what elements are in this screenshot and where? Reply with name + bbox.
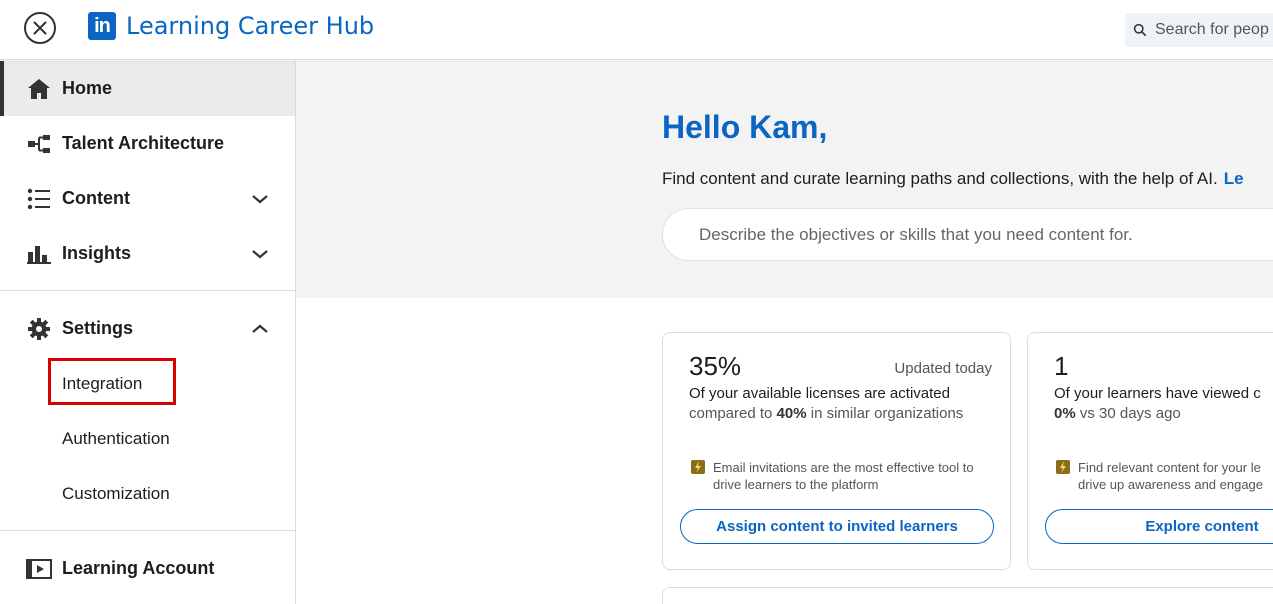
close-button[interactable] xyxy=(24,12,56,44)
metric-value: 35% xyxy=(689,351,742,381)
intro-text: Find content and curate learning paths a… xyxy=(662,169,1244,189)
lightning-icon xyxy=(691,460,705,474)
list-icon xyxy=(26,187,52,211)
sidebar-item-content[interactable]: Content xyxy=(0,171,295,226)
search-icon xyxy=(1133,23,1147,37)
sidebar-item-label: Content xyxy=(62,188,130,208)
comparison-suffix: in similar organizations xyxy=(806,405,964,422)
comparison-prefix: compared to xyxy=(689,405,777,422)
hierarchy-icon xyxy=(26,132,52,156)
search-input[interactable] xyxy=(1155,21,1273,39)
sidebar-item-label: Settings xyxy=(62,318,134,338)
sidebar-item-label: Insights xyxy=(62,243,132,263)
sidebar-item-insights[interactable]: Insights xyxy=(0,226,295,281)
sidebar-item-home[interactable]: Home xyxy=(0,61,295,116)
sidebar-item-label: Talent Architecture xyxy=(62,133,225,153)
learn-more-link[interactable]: Le xyxy=(1224,169,1244,188)
tip: Find relevant content for your le drive u… xyxy=(1056,459,1273,493)
home-icon xyxy=(26,77,52,101)
sidebar-item-learning-account[interactable]: Learning Account xyxy=(0,541,295,596)
metric-description: Of your available licenses are activated xyxy=(689,385,950,402)
chevron-down-icon[interactable] xyxy=(251,193,269,205)
sidebar: Home Talent Architecture Content Insight… xyxy=(0,61,296,604)
ai-prompt-field[interactable] xyxy=(662,208,1273,261)
hero-section: Hello Kam, Find content and curate learn… xyxy=(296,61,1273,298)
tip: Email invitations are the most effective… xyxy=(691,459,1001,493)
metric-value: 1 xyxy=(1054,351,1069,381)
tip-text: Email invitations are the most effective… xyxy=(713,460,974,492)
video-player-icon xyxy=(26,557,52,581)
tip-text: Find relevant content for your le drive u… xyxy=(1078,459,1263,493)
lightning-icon xyxy=(1056,460,1070,474)
sidebar-divider xyxy=(0,290,295,291)
sidebar-subitem-authentication[interactable]: Authentication xyxy=(0,411,295,466)
comparison-value: 40% xyxy=(776,405,807,422)
main-content: Hello Kam, Find content and curate learn… xyxy=(296,61,1273,604)
sidebar-divider xyxy=(0,530,295,531)
explore-content-button[interactable]: Explore content xyxy=(1045,509,1273,544)
intro-description: Find content and curate learning paths a… xyxy=(662,169,1218,188)
metric-comparison: 0% vs 30 days ago xyxy=(1054,405,1181,422)
sidebar-subitem-integration[interactable]: Integration xyxy=(0,356,295,411)
greeting-heading: Hello Kam, xyxy=(662,109,828,145)
comparison-value: 0% xyxy=(1054,405,1076,422)
sidebar-item-label: Home xyxy=(62,78,113,98)
metric-comparison: compared to 40% in similar organizations xyxy=(689,405,963,422)
license-activation-card: 35% Updated today Of your available lice… xyxy=(662,332,1011,570)
metric-description: Of your learners have viewed c xyxy=(1054,385,1261,402)
sidebar-item-talent-architecture[interactable]: Talent Architecture xyxy=(0,116,295,171)
linkedin-logo-icon: in xyxy=(88,12,116,40)
bar-chart-icon xyxy=(26,242,52,266)
tip-line-2: drive up awareness and engage xyxy=(1078,477,1264,492)
app-title: Learning Career Hub xyxy=(126,12,375,40)
top-bar: in Learning Career Hub xyxy=(0,0,1273,60)
gear-icon xyxy=(26,317,52,341)
learner-views-card: 1 Of your learners have viewed c 0% vs 3… xyxy=(1027,332,1273,570)
comparison-suffix: vs 30 days ago xyxy=(1075,405,1181,422)
chevron-up-icon[interactable] xyxy=(251,323,269,335)
sidebar-subitem-customization[interactable]: Customization xyxy=(0,466,295,521)
brand[interactable]: in Learning Career Hub xyxy=(88,12,374,40)
updated-label: Updated today xyxy=(894,360,992,377)
tip-line-1: Find relevant content for your le xyxy=(1078,460,1261,475)
close-icon xyxy=(33,21,47,35)
ai-prompt-input[interactable] xyxy=(699,224,1259,245)
global-search[interactable] xyxy=(1125,13,1273,47)
assign-content-button[interactable]: Assign content to invited learners xyxy=(680,509,994,544)
sidebar-item-settings[interactable]: Settings xyxy=(0,301,295,356)
sidebar-item-label: Learning Account xyxy=(62,558,215,578)
next-card xyxy=(662,587,1273,604)
chevron-down-icon[interactable] xyxy=(251,248,269,260)
